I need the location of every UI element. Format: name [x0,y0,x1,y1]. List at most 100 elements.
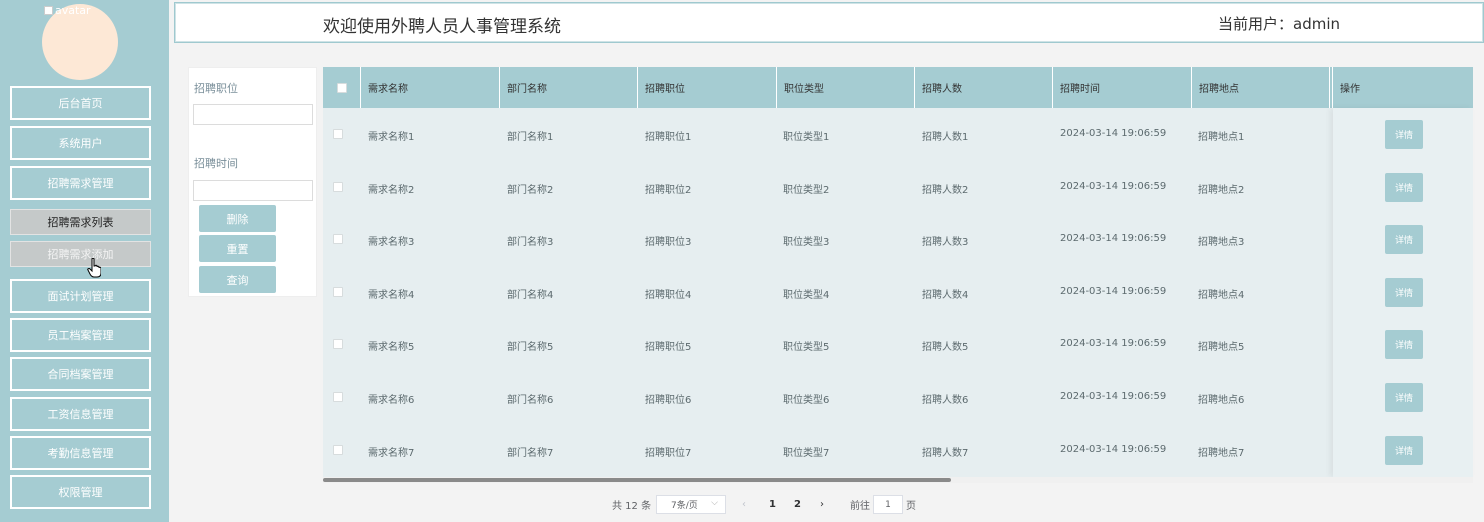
location-cell: 招聘地点5 [1198,342,1245,354]
delete-button[interactable]: 删除 [199,205,276,232]
table-header: 需求名称 部门名称 招聘职位 职位类型 招聘人数 招聘时间 招聘地点 操作 [323,67,1473,108]
row-checkbox[interactable] [333,444,343,455]
avatar-broken-image: avatar [44,4,91,17]
row-checkbox[interactable] [333,181,343,192]
headcount-cell: 招聘人数3 [922,237,969,249]
hand-cursor-icon [87,258,101,278]
page-number-1[interactable]: 1 [769,495,776,513]
goto-prefix: 前往 [850,500,870,512]
recruit-time-cell: 2024-03-14 19:06:59 [1060,338,1167,350]
scrollbar-thumb[interactable] [323,478,951,482]
table-row: 需求名称3 部门名称3 招聘职位3 职位类型3 招聘人数3 2024-03-14 19:0… [323,213,1473,265]
pagination-total: 共 12 条 [612,500,652,512]
requirement-name-cell: 需求名称1 [368,132,415,143]
requirement-name-cell: 需求名称2 [368,184,415,196]
location-cell: 招聘地点7 [1198,447,1245,459]
prev-page-icon[interactable]: ‹ [742,495,746,513]
chevron-down-icon: ⌵ [711,498,718,508]
sidebar-item-salary[interactable]: 工资信息管理 [10,397,151,431]
position-type-cell: 职位类型3 [783,237,830,249]
requirement-name-cell: 需求名称6 [368,395,415,406]
row-checkbox[interactable] [333,286,343,297]
time-filter-input[interactable] [193,180,313,201]
header-checkbox-cell [323,67,361,108]
page-title: 欢迎使用外聘人员人事管理系统 [323,17,561,37]
horizontal-scrollbar[interactable] [323,477,1473,483]
column-header[interactable]: 需求名称 [361,67,500,108]
sidebar-item-contracts[interactable]: 合同档案管理 [10,357,151,391]
detail-button[interactable]: 详情 [1385,383,1423,412]
select-all-checkbox[interactable] [336,82,347,93]
headcount-cell: 招聘人数5 [922,342,969,354]
position-type-cell: 职位类型5 [783,342,830,354]
sidebar-item-permissions[interactable]: 权限管理 [10,475,151,509]
department-name-cell: 部门名称7 [507,447,554,459]
location-cell: 招聘地点6 [1198,395,1245,406]
avatar-alt-text: avatar [55,4,91,17]
actions-column: 详情 详情 详情 详情 详情 详情 详情 [1333,108,1473,477]
column-header[interactable]: 招聘职位 [638,67,777,108]
headcount-cell: 招聘人数4 [922,289,969,301]
detail-button[interactable]: 详情 [1385,435,1423,465]
position-cell: 招聘职位7 [645,447,692,459]
position-cell: 招聘职位2 [645,184,692,196]
requirement-name-cell: 需求名称5 [368,342,415,354]
submenu-item-recruitment-add[interactable]: 招聘需求添加 [10,241,151,267]
sidebar-item-system-users[interactable]: 系统用户 [10,126,151,160]
page-size-select[interactable]: 7条/页 ⌵ [656,495,726,514]
department-name-cell: 部门名称4 [507,289,554,301]
recruit-time-cell: 2024-03-14 19:06:59 [1060,443,1167,455]
recruit-time-cell: 2024-03-14 19:06:59 [1060,391,1167,402]
row-checkbox[interactable] [333,234,343,245]
position-filter-input[interactable] [193,104,313,125]
headcount-cell: 招聘人数1 [922,132,969,143]
row-checkbox[interactable] [333,339,343,350]
position-type-cell: 职位类型4 [783,289,830,301]
location-cell: 招聘地点2 [1198,184,1245,196]
top-header: 欢迎使用外聘人员人事管理系统 当前用户：admin [174,2,1484,43]
recruit-time-cell: 2024-03-14 19:06:59 [1060,180,1167,192]
reset-button[interactable]: 重置 [199,235,276,262]
column-header[interactable]: 职位类型 [777,67,915,108]
position-type-cell: 职位类型2 [783,184,830,196]
column-header[interactable]: 招聘时间 [1053,67,1192,108]
sidebar-item-home[interactable]: 后台首页 [10,86,151,120]
table-row: 需求名称2 部门名称2 招聘职位2 职位类型2 招聘人数2 2024-03-14 19:0… [323,161,1473,213]
detail-button[interactable]: 详情 [1385,120,1423,149]
detail-button[interactable]: 详情 [1385,172,1423,202]
goto-suffix: 页 [906,500,916,512]
column-header[interactable]: 招聘地点 [1192,67,1330,108]
sidebar-item-attendance[interactable]: 考勤信息管理 [10,436,151,470]
location-cell: 招聘地点1 [1198,132,1245,143]
column-header[interactable]: 部门名称 [500,67,638,108]
current-user: 当前用户：admin [1218,15,1341,33]
row-checkbox[interactable] [333,392,343,402]
location-cell: 招聘地点4 [1198,289,1245,301]
page-number-2[interactable]: 2 [794,495,801,513]
headcount-cell: 招聘人数2 [922,184,969,196]
position-type-cell: 职位类型6 [783,395,830,406]
filter-panel: 招聘职位 招聘时间 删除 重置 查询 [188,67,317,297]
position-cell: 招聘职位1 [645,132,692,143]
table-row: 需求名称1 部门名称1 招聘职位1 职位类型1 招聘人数1 2024-03-14 19:0… [323,108,1473,160]
position-type-cell: 职位类型7 [783,447,830,459]
recruit-time-cell: 2024-03-14 19:06:59 [1060,233,1167,245]
detail-button[interactable]: 详情 [1385,330,1423,360]
search-button[interactable]: 查询 [199,266,276,293]
sidebar-item-employee-files[interactable]: 员工档案管理 [10,318,151,352]
table-row: 需求名称4 部门名称4 招聘职位4 职位类型4 招聘人数4 2024-03-14 19:0… [323,266,1473,318]
submenu-item-recruitment-list[interactable]: 招聘需求列表 [10,209,151,235]
column-header-actions: 操作 [1340,84,1360,95]
detail-button[interactable]: 详情 [1385,225,1423,255]
column-header[interactable]: 招聘人数 [915,67,1053,108]
position-type-cell: 职位类型1 [783,132,830,143]
next-page-icon[interactable]: › [820,495,824,513]
goto-page-input[interactable]: 1 [873,495,903,514]
headcount-cell: 招聘人数6 [922,395,969,406]
location-cell: 招聘地点3 [1198,237,1245,249]
sidebar-item-recruitment[interactable]: 招聘需求管理 [10,166,151,200]
detail-button[interactable]: 详情 [1385,277,1423,307]
row-checkbox[interactable] [333,129,343,139]
sidebar-item-interview-plans[interactable]: 面试计划管理 [10,279,151,313]
position-cell: 招聘职位6 [645,395,692,406]
